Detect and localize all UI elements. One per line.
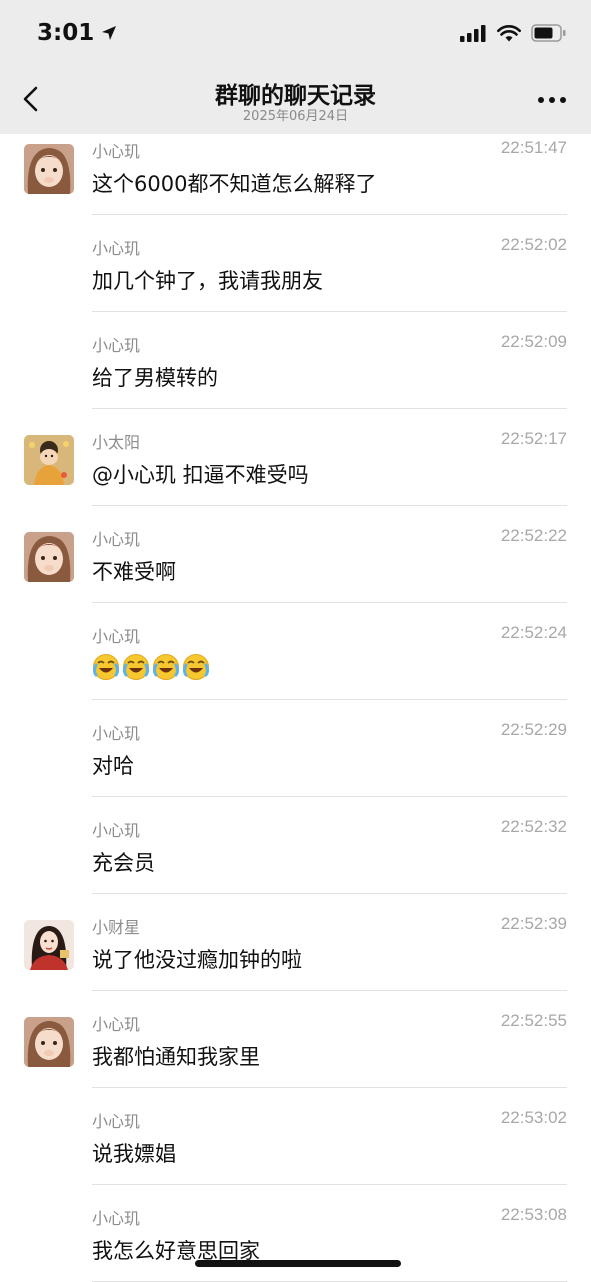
sender-name: 小心玑 [92, 239, 141, 258]
message-item[interactable]: 小太阳 22:52:17 @小心玑 扣逼不难受吗 [0, 409, 591, 506]
location-arrow-icon [102, 26, 117, 40]
message-text: 我都怕通知我家里 [92, 1045, 260, 1069]
message-timestamp: 22:52:22 [500, 526, 567, 545]
message-item[interactable]: 小心玑 22:52:32 充会员 [0, 797, 591, 894]
sender-name: 小心玑 [92, 627, 141, 646]
sender-name: 小心玑 [92, 142, 141, 161]
status-icons [460, 24, 567, 42]
message-text [92, 653, 210, 686]
message-item[interactable]: 小心玑 22:52:24 [0, 603, 591, 700]
message-text: 给了男模转的 [92, 366, 218, 390]
message-text: 说我嫖娼 [92, 1142, 176, 1166]
message-timestamp: 22:52:29 [500, 720, 567, 739]
battery-icon [531, 24, 566, 42]
message-item[interactable]: 小财星 22:52:39 说了他没过瘾加钟的啦 [0, 894, 591, 991]
status-bar-time: 3:01 [37, 20, 118, 46]
message-item[interactable]: 小心玑 22:52:29 对哈 [0, 700, 591, 797]
message-text: @小心玑 扣逼不难受吗 [92, 463, 309, 487]
clock-text: 3:01 [37, 20, 95, 46]
message-timestamp: 22:51:47 [500, 138, 567, 157]
sender-name: 小心玑 [92, 724, 141, 743]
message-item[interactable]: 小心玑 22:53:02 说我嫖娼 [0, 1088, 591, 1185]
wifi-icon [497, 24, 521, 41]
message-timestamp: 22:52:09 [500, 332, 567, 351]
message-item[interactable]: 小心玑 22:52:09 给了男模转的 [0, 312, 591, 409]
laugh-cry-emoji-icon [122, 653, 150, 686]
message-text: 这个6000都不知道怎么解释了 [92, 172, 377, 196]
more-options-icon[interactable] [537, 95, 567, 105]
message-text: 不难受啊 [92, 560, 176, 584]
avatar[interactable] [24, 144, 74, 194]
message-text: 加几个钟了，我请我朋友 [92, 269, 323, 293]
avatar[interactable] [24, 532, 74, 582]
message-timestamp: 22:53:08 [500, 1205, 567, 1224]
message-text: 充会员 [92, 851, 155, 875]
message-timestamp: 22:53:02 [500, 1108, 567, 1127]
page-subtitle-date: 2025年06月24日 [242, 109, 349, 124]
sender-name: 小财星 [92, 918, 141, 937]
message-item[interactable]: 小心玑 22:52:55 我都怕通知我家里 [0, 991, 591, 1088]
sender-name: 小心玑 [92, 336, 141, 355]
message-timestamp: 22:52:32 [500, 817, 567, 836]
home-indicator[interactable] [195, 1260, 401, 1267]
message-timestamp: 22:52:55 [500, 1011, 567, 1030]
sender-name: 小心玑 [92, 1112, 141, 1131]
laugh-cry-emoji-icon [152, 653, 180, 686]
message-timestamp: 22:52:24 [500, 623, 567, 642]
signal-icon [460, 24, 486, 42]
message-item[interactable]: 小心玑 22:52:22 不难受啊 [0, 506, 591, 603]
message-list: 小心玑 22:51:47 这个6000都不知道怎么解释了 小心玑 22:52:02 加几个… [0, 134, 591, 1282]
avatar[interactable] [24, 920, 74, 970]
sender-name: 小太阳 [92, 433, 141, 452]
message-item[interactable]: 小心玑 22:52:02 加几个钟了，我请我朋友 [0, 215, 591, 312]
message-timestamp: 22:52:17 [500, 429, 567, 448]
laugh-cry-emoji-icon [182, 653, 210, 686]
avatar[interactable] [24, 435, 74, 485]
laugh-cry-emoji-icon [92, 653, 120, 686]
top-bar: 3:01 群聊的聊天记录 2025年06月24日 [0, 0, 591, 134]
message-timestamp: 22:52:02 [500, 235, 567, 254]
message-text: 对哈 [92, 754, 134, 778]
message-item[interactable]: 小心玑 22:53:08 我怎么好意思回家 [0, 1185, 591, 1282]
message-item[interactable]: 小心玑 22:51:47 这个6000都不知道怎么解释了 [0, 134, 591, 215]
message-text: 说了他没过瘾加钟的啦 [92, 948, 302, 972]
sender-name: 小心玑 [92, 530, 141, 549]
message-timestamp: 22:52:39 [500, 914, 567, 933]
sender-name: 小心玑 [92, 821, 141, 840]
sender-name: 小心玑 [92, 1209, 141, 1228]
avatar[interactable] [24, 1017, 74, 1067]
sender-name: 小心玑 [92, 1015, 141, 1034]
